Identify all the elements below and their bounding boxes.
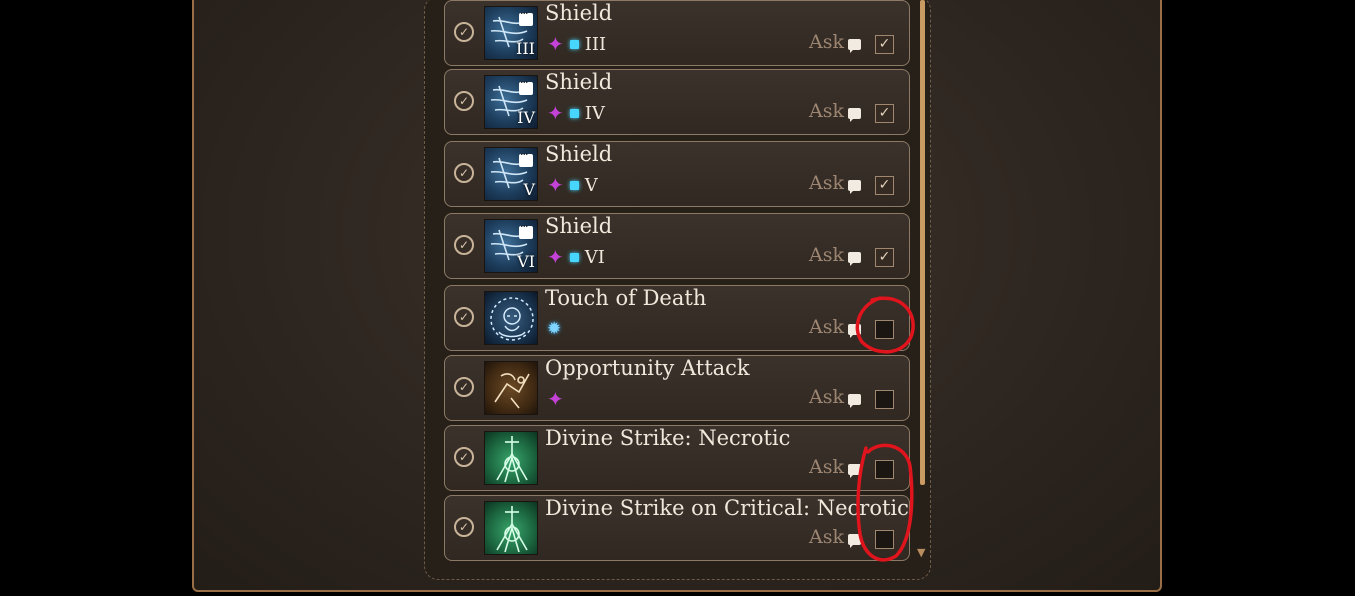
reaction-row-divine-strike-necrotic[interactable]: ✓ Divine Strike: Necrotic Ask [444, 425, 910, 491]
cost-row: ✦ [547, 388, 564, 410]
spell-slot-icon [569, 108, 579, 118]
enabled-check-icon[interactable]: ✓ [454, 307, 474, 327]
ask-checkbox[interactable]: ✓ [875, 176, 894, 195]
reaction-name: Divine Strike: Necrotic [545, 426, 791, 450]
enabled-check-icon[interactable]: ✓ [454, 22, 474, 42]
reaction-row-shield-4[interactable]: ✓ IV Shield ✦ IV Ask ✓ [444, 69, 910, 135]
enabled-check-icon[interactable]: ✓ [454, 447, 474, 467]
scroll-down-arrow-icon[interactable]: ▼ [917, 546, 925, 559]
spell-slot-icon [569, 180, 579, 190]
ask-label: Ask [809, 456, 844, 478]
ask-chat-icon [848, 108, 861, 122]
ask-chat-icon [848, 180, 861, 194]
ask-checkbox[interactable] [875, 530, 894, 549]
reaction-name: Divine Strike on Critical: Necrotic [545, 496, 909, 520]
ask-chat-icon [848, 464, 861, 478]
touch-of-death-icon [484, 291, 538, 345]
divine-strike-icon [484, 431, 538, 485]
ki-point-icon: ✹ [547, 319, 562, 339]
shield-spell-icon: III [484, 6, 538, 60]
ask-chat-icon [848, 39, 861, 53]
enabled-check-icon[interactable]: ✓ [454, 235, 474, 255]
ask-checkbox[interactable]: ✓ [875, 35, 894, 54]
cost-row: ✦ IV [547, 102, 605, 124]
cost-row: ✦ III [547, 33, 606, 55]
reaction-name: Touch of Death [545, 286, 707, 310]
spell-slot-level: III [584, 33, 607, 55]
enabled-check-icon[interactable]: ✓ [454, 517, 474, 537]
spell-slot-level: IV [584, 102, 605, 124]
reaction-row-touch-of-death[interactable]: ✓ Touch of Death ✹ Ask [444, 285, 910, 351]
opportunity-attack-icon [484, 361, 538, 415]
ask-checkbox[interactable]: ✓ [875, 248, 894, 267]
ask-label: Ask [809, 386, 844, 408]
ask-label: Ask [809, 526, 844, 548]
reaction-cost-icon: ✦ [547, 387, 564, 411]
cost-row: ✹ [547, 318, 561, 340]
reaction-name: Shield [545, 70, 613, 94]
reaction-cost-icon: ✦ [547, 245, 564, 269]
cost-row: ✦ V [547, 174, 598, 196]
enabled-check-icon[interactable]: ✓ [454, 163, 474, 183]
reaction-cost-icon: ✦ [547, 101, 564, 125]
reaction-name: Shield [545, 214, 613, 238]
reaction-name: Shield [545, 1, 613, 25]
spell-slot-level: V [584, 174, 598, 196]
reaction-cost-icon: ✦ [547, 32, 564, 56]
ask-label: Ask [809, 316, 844, 338]
cost-row: ✦ VI [547, 246, 605, 268]
spell-slot-icon [569, 39, 579, 49]
shield-spell-icon: VI [484, 219, 538, 273]
spell-slot-level: VI [584, 246, 605, 268]
ask-label: Ask [809, 31, 844, 53]
ask-checkbox[interactable] [875, 460, 894, 479]
spell-slot-icon [569, 252, 579, 262]
ask-checkbox[interactable] [875, 320, 894, 339]
ask-chat-icon [848, 394, 861, 408]
reaction-row-shield-3[interactable]: ✓ III Shield ✦ III Ask ✓ [444, 0, 910, 66]
reaction-cost-icon: ✦ [547, 173, 564, 197]
ask-label: Ask [809, 100, 844, 122]
reaction-row-divine-strike-critical-necrotic[interactable]: ✓ Divine Strike on Critical: Necrotic As… [444, 495, 910, 561]
ask-chat-icon [848, 252, 861, 266]
shield-spell-icon: V [484, 147, 538, 201]
ask-checkbox[interactable] [875, 390, 894, 409]
reaction-name: Opportunity Attack [545, 356, 750, 380]
ask-label: Ask [809, 172, 844, 194]
enabled-check-icon[interactable]: ✓ [454, 91, 474, 111]
ask-label: Ask [809, 244, 844, 266]
reaction-row-shield-5[interactable]: ✓ V Shield ✦ V Ask ✓ [444, 141, 910, 207]
reaction-name: Shield [545, 142, 613, 166]
ask-chat-icon [848, 324, 861, 338]
reaction-row-opportunity-attack[interactable]: ✓ Opportunity Attack ✦ Ask [444, 355, 910, 421]
ask-checkbox[interactable]: ✓ [875, 104, 894, 123]
scrollbar[interactable] [920, 0, 925, 485]
reaction-row-shield-6[interactable]: ✓ VI Shield ✦ VI Ask ✓ [444, 213, 910, 279]
ask-chat-icon [848, 534, 861, 548]
shield-spell-icon: IV [484, 75, 538, 129]
enabled-check-icon[interactable]: ✓ [454, 377, 474, 397]
divine-strike-icon [484, 501, 538, 555]
